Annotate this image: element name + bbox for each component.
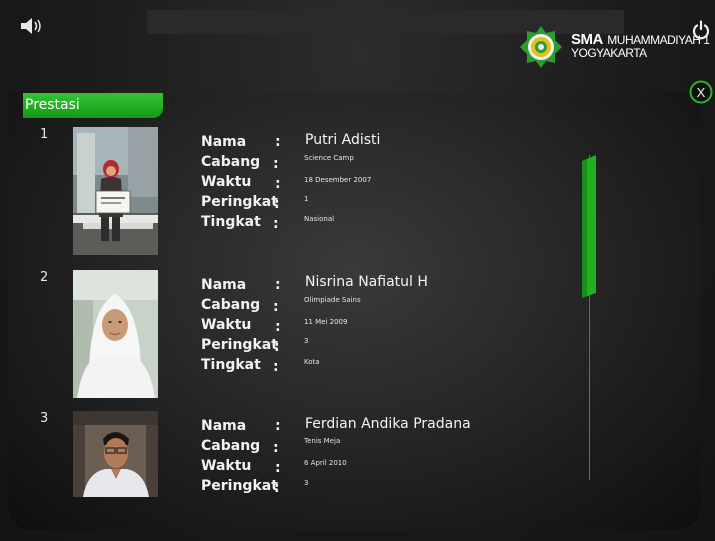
- label-tingkat: Tingkat: [201, 214, 261, 230]
- label-colon: :: [275, 418, 281, 434]
- label-peringkat: Peringkat: [201, 337, 278, 353]
- value-tingkat: Kota: [304, 358, 320, 366]
- value-waktu: 18 Desember 2007: [304, 176, 372, 184]
- label-colon: :: [273, 216, 279, 232]
- value-nama: Ferdian Andika Pradana: [305, 416, 471, 432]
- achievement-entry: 1 Nama : Putri Adisti Cabang : Science C…: [0, 127, 560, 257]
- student-photo: [73, 127, 158, 255]
- value-cabang: Olimpiade Sains: [304, 296, 361, 304]
- student-photo: [73, 411, 158, 497]
- school-name: SMA MUHAMMADIYAH 1 YOGYAKARTA: [571, 32, 710, 60]
- label-colon: :: [273, 440, 279, 456]
- value-cabang: Tenis Meja: [304, 437, 341, 445]
- label-colon: :: [275, 319, 281, 335]
- label-waktu: Waktu: [201, 317, 252, 333]
- label-colon: :: [275, 277, 281, 293]
- tab-prestasi[interactable]: Prestasi: [23, 93, 163, 118]
- value-nama: Putri Adisti: [305, 132, 381, 148]
- value-peringkat: 3: [304, 479, 309, 487]
- achievement-entry: 3 Nama : Ferdian Andika Pradana Cabang :…: [0, 411, 560, 541]
- label-colon: :: [273, 359, 279, 375]
- sound-toggle-button[interactable]: [20, 16, 46, 36]
- power-button[interactable]: [691, 20, 711, 40]
- label-colon: :: [274, 480, 280, 496]
- school-logo: SMA MUHAMMADIYAH 1 YOGYAKARTA: [519, 25, 715, 69]
- entry-number: 3: [40, 411, 49, 426]
- scrollbar-thumb[interactable]: [582, 155, 596, 298]
- label-colon: :: [273, 156, 279, 172]
- entry-number: 2: [40, 270, 49, 285]
- label-colon: :: [275, 176, 281, 192]
- school-city: YOGYAKARTA: [571, 46, 647, 60]
- school-emblem-icon: [520, 26, 562, 68]
- value-tingkat: Nasional: [304, 215, 335, 223]
- value-peringkat: 3: [304, 337, 309, 345]
- power-icon: [692, 20, 710, 40]
- label-waktu: Waktu: [201, 174, 252, 190]
- label-cabang: Cabang: [201, 154, 261, 170]
- entry-number: 1: [40, 127, 49, 142]
- label-nama: Nama: [201, 277, 247, 293]
- label-peringkat: Peringkat: [201, 194, 278, 210]
- value-peringkat: 1: [304, 195, 309, 203]
- achievement-entry: 2 Nama : Nisrina Nafiatul H Cabang : Oli…: [0, 270, 560, 400]
- close-button[interactable]: X: [689, 80, 713, 104]
- value-cabang: Science Camp: [304, 154, 354, 162]
- speaker-icon: [21, 18, 41, 34]
- label-cabang: Cabang: [201, 297, 261, 313]
- value-waktu: 6 April 2010: [304, 459, 347, 467]
- student-photo: [73, 270, 158, 398]
- label-colon: :: [273, 299, 279, 315]
- close-label: X: [697, 85, 706, 100]
- value-waktu: 11 Mei 2009: [304, 318, 348, 326]
- value-nama: Nisrina Nafiatul H: [305, 274, 428, 290]
- label-tingkat: Tingkat: [201, 357, 261, 373]
- label-nama: Nama: [201, 418, 247, 434]
- label-cabang: Cabang: [201, 438, 261, 454]
- label-nama: Nama: [201, 134, 247, 150]
- label-waktu: Waktu: [201, 458, 252, 474]
- label-colon: :: [275, 134, 281, 150]
- label-peringkat: Peringkat: [201, 478, 278, 494]
- close-icon: X: [689, 80, 713, 104]
- label-colon: :: [274, 339, 280, 355]
- label-colon: :: [275, 460, 281, 476]
- label-colon: :: [274, 196, 280, 212]
